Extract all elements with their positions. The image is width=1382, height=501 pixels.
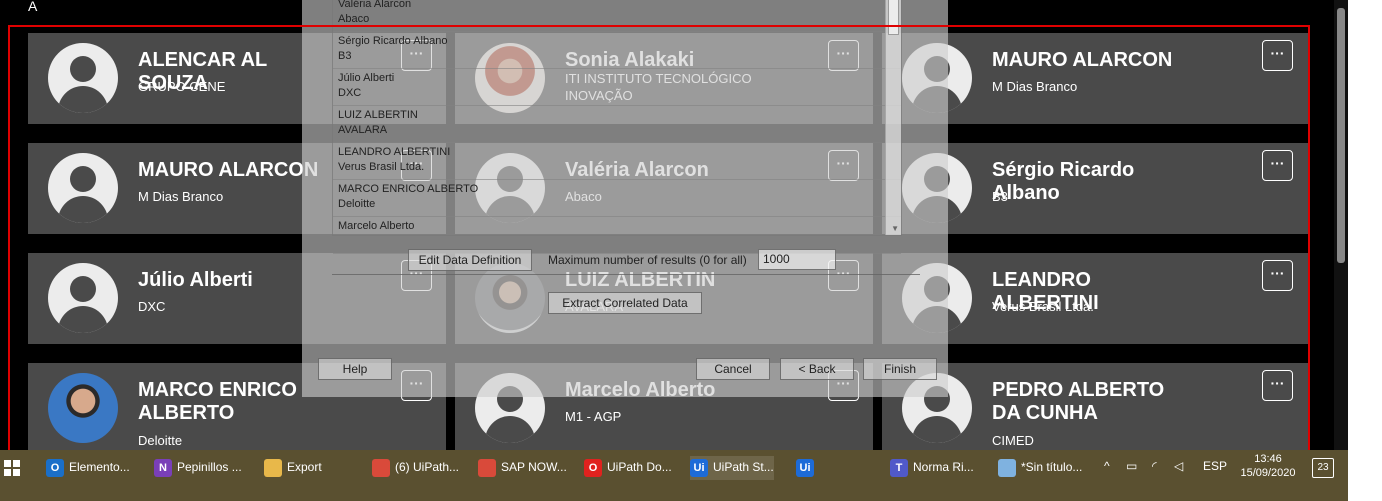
preview-list[interactable]: Valéria Alarcon Abaco Sérgio Ricardo Alban…: [332, 0, 902, 254]
uipath-icon: Ui: [690, 458, 708, 477]
chrome-icon: [372, 458, 390, 477]
preview-item-name: Júlio Alberti: [338, 72, 395, 84]
more-options-button[interactable]: ···: [1262, 40, 1293, 71]
preview-item-company: Deloitte: [338, 198, 376, 210]
taskbar-app-button[interactable]: SAP NOW...: [478, 456, 567, 480]
taskbar-app-label: SAP NOW...: [501, 460, 567, 474]
taskbar-app-label: Pepinillos ...: [177, 460, 242, 474]
preview-item-name: LUIZ ALBERTIN: [338, 109, 418, 121]
contact-name: Júlio Alberti: [138, 269, 253, 291]
taskbar-app-label: UiPath Do...: [607, 460, 672, 474]
taskbar-app-button[interactable]: N Pepinillos ...: [154, 456, 242, 480]
edit-data-definition-button[interactable]: Edit Data Definition: [408, 249, 532, 271]
preview-list-item[interactable]: LEANDRO ALBERTINI Verus Brasil Ltda.: [333, 143, 901, 180]
preview-item-company: Verus Brasil Ltda.: [338, 161, 425, 173]
preview-item-name: Valéria Alarcon: [338, 0, 412, 10]
preview-list-item[interactable]: Valéria Alarcon Abaco: [333, 0, 901, 32]
divider: [332, 274, 920, 275]
preview-item-company: DXC: [338, 87, 362, 99]
preview-item-company: Abaco: [338, 13, 370, 25]
onenote-icon: N: [154, 458, 172, 477]
clock-time: 13:46: [1254, 453, 1282, 465]
max-results-label: Maximum number of results (0 for all): [548, 253, 747, 267]
contact-company: CIMED: [992, 433, 1034, 448]
preview-item-company: B3: [338, 50, 352, 62]
opera-icon: O: [584, 458, 602, 477]
preview-scrollbar[interactable]: [885, 0, 901, 235]
taskbar: O Elemento... N Pepinillos ... Export (6) UiP…: [0, 450, 1348, 501]
avatar-placeholder-icon: [48, 43, 118, 113]
back-button[interactable]: < Back: [780, 358, 854, 380]
extract-correlated-data-button[interactable]: Extract Correlated Data: [548, 292, 702, 314]
contact-name: MAURO ALARCON: [138, 159, 319, 181]
contact-company: DXC: [138, 299, 166, 314]
notification-center-icon[interactable]: 23: [1312, 458, 1334, 478]
header-letter: A: [28, 0, 38, 14]
finish-button[interactable]: Finish: [863, 358, 937, 380]
taskbar-app-button[interactable]: O UiPath Do...: [584, 456, 672, 480]
preview-item-name: Marcelo Alberto: [338, 220, 415, 232]
preview-scroll-thumb[interactable]: [888, 0, 899, 35]
contact-name: Sérgio Ricardo Albano: [992, 159, 1135, 204]
data-extraction-wizard: Valéria Alarcon Abaco Sérgio Ricardo Alban…: [302, 0, 948, 397]
teams-icon: T: [890, 458, 908, 477]
taskbar-app-button[interactable]: *Sin título...: [998, 456, 1082, 480]
uipath-icon: Ui: [796, 458, 814, 477]
more-options-button[interactable]: ···: [1262, 260, 1293, 291]
taskbar-app-button[interactable]: Ui: [796, 456, 819, 480]
taskbar-app-button[interactable]: O Elemento...: [46, 456, 130, 480]
taskbar-app-label: Elemento...: [69, 460, 130, 474]
preview-item-name: Sérgio Ricardo Albano: [338, 35, 448, 47]
contact-company: Deloitte: [138, 433, 183, 448]
contact-company: M Dias Branco: [992, 79, 1078, 94]
contact-company: M1 - AGP: [565, 409, 622, 424]
taskbar-app-button[interactable]: Export: [264, 456, 322, 480]
more-options-button[interactable]: ···: [1262, 150, 1293, 181]
clock[interactable]: 13:46 15/09/2020: [1238, 452, 1298, 480]
preview-item-company: AVALARA: [338, 124, 388, 136]
max-results-input[interactable]: 1000: [758, 249, 836, 270]
preview-item-name: MARCO ENRICO ALBERTO: [338, 183, 479, 195]
taskbar-app-label: Export: [287, 460, 322, 474]
tray-chevron-icon[interactable]: ^: [1104, 459, 1110, 473]
avatar-placeholder-icon: [48, 153, 118, 223]
taskbar-app-button[interactable]: Ui UiPath St...: [690, 456, 774, 480]
paint-icon: [998, 458, 1016, 477]
taskbar-app-button[interactable]: T Norma Ri...: [890, 456, 974, 480]
taskbar-app-label: UiPath St...: [713, 460, 774, 474]
avatar-placeholder-icon: [48, 263, 118, 333]
cancel-button[interactable]: Cancel: [696, 358, 770, 380]
contact-name: PEDRO ALBERTO DA CUNHA: [992, 379, 1165, 424]
contact-company: Verus Brasil Ltda.: [992, 299, 1094, 314]
outlook-icon: O: [46, 458, 64, 477]
preview-list-item[interactable]: Júlio Alberti DXC: [333, 69, 901, 106]
preview-list-item[interactable]: Sérgio Ricardo Albano B3: [333, 32, 901, 69]
scrollbar-thumb[interactable]: [1337, 8, 1345, 263]
volume-icon[interactable]: ◁: [1174, 459, 1183, 473]
contact-company: B3: [992, 189, 1008, 204]
taskbar-app-label: *Sin título...: [1021, 460, 1083, 474]
chrome-icon: [478, 458, 496, 477]
scroll-down-icon[interactable]: ▼: [891, 224, 899, 233]
preview-list-item[interactable]: MARCO ENRICO ALBERTO Deloitte: [333, 180, 901, 217]
contact-name: MARCO ENRICO ALBERTO: [138, 379, 297, 424]
taskbar-app-button[interactable]: (6) UiPath...: [372, 456, 459, 480]
language-indicator[interactable]: ESP: [1203, 459, 1227, 473]
contact-name: MAURO ALARCON: [992, 49, 1173, 71]
contact-company: GRUPO CENE: [138, 79, 226, 94]
preview-list-item[interactable]: LUIZ ALBERTIN AVALARA: [333, 106, 901, 143]
folder-icon: [264, 458, 282, 477]
contact-company: M Dias Branco: [138, 189, 224, 204]
help-button[interactable]: Help: [318, 358, 392, 380]
window-edge: [1348, 0, 1382, 501]
avatar-photo: [48, 373, 118, 443]
taskbar-app-label: (6) UiPath...: [395, 460, 460, 474]
desktop: A ALENCAR AL SOUZAGRUPO CENE···Sonia Ala…: [0, 0, 1382, 501]
taskbar-app-label: Norma Ri...: [913, 460, 974, 474]
preview-item-name: LEANDRO ALBERTINI: [338, 146, 451, 158]
more-options-button[interactable]: ···: [1262, 370, 1293, 401]
clock-date: 15/09/2020: [1240, 467, 1296, 479]
battery-icon[interactable]: ▭: [1126, 459, 1137, 473]
wifi-icon[interactable]: ◜: [1152, 459, 1157, 473]
